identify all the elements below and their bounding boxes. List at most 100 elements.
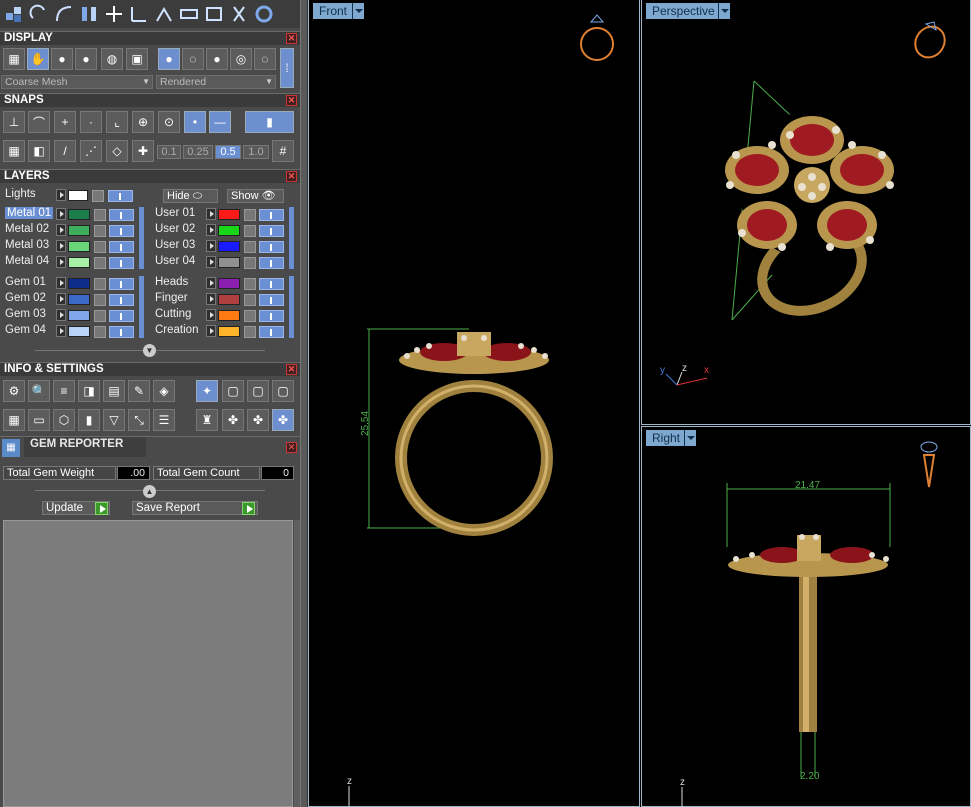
lock-icon[interactable]: [94, 209, 106, 221]
play-icon[interactable]: [206, 277, 216, 289]
lock-icon[interactable]: [94, 241, 106, 253]
objects-icon[interactable]: [3, 3, 25, 25]
layer-visibility-toggle[interactable]: [109, 209, 134, 221]
frame-in-icon[interactable]: ▢: [222, 380, 244, 402]
layer-other-name[interactable]: Finger: [155, 292, 188, 304]
lock-icon[interactable]: [244, 278, 256, 290]
scale-icon[interactable]: [128, 3, 150, 25]
snap-curve-icon[interactable]: ⌒: [28, 111, 50, 133]
layer-user-name[interactable]: User 04: [155, 255, 195, 267]
save-report-button[interactable]: Save Report: [132, 501, 258, 515]
layer-metal-name[interactable]: Metal 03: [5, 239, 49, 251]
group-icon[interactable]: [203, 3, 225, 25]
play-icon[interactable]: [56, 256, 66, 268]
save-go-icon[interactable]: [242, 502, 255, 515]
close-icon[interactable]: ✕: [286, 95, 297, 106]
close-icon[interactable]: ✕: [286, 364, 297, 375]
play-icon[interactable]: [206, 325, 216, 337]
lock-icon[interactable]: [94, 278, 106, 290]
snap-corner-icon[interactable]: ⌞: [106, 111, 128, 133]
setting-tool-icon[interactable]: ✤: [272, 409, 294, 431]
increment-025[interactable]: 0.25: [183, 145, 213, 159]
metal-scrollbar[interactable]: [139, 207, 144, 269]
settings-icon[interactable]: ⚙: [3, 380, 25, 402]
increment-05[interactable]: 0.5: [215, 145, 241, 159]
layer-visibility-toggle[interactable]: [259, 257, 284, 269]
grid-hash-icon[interactable]: #: [272, 140, 294, 162]
lock-icon[interactable]: [244, 241, 256, 253]
snap-point-icon[interactable]: ·: [80, 111, 102, 133]
frame-out-icon[interactable]: ▢: [247, 380, 269, 402]
lock-icon[interactable]: [94, 225, 106, 237]
rotate-icon[interactable]: [28, 3, 50, 25]
right-viewport[interactable]: Right 21.47 2.20 z: [641, 426, 971, 807]
play-icon[interactable]: [206, 309, 216, 321]
chevron-down-icon[interactable]: [718, 3, 730, 19]
layer-gem-name[interactable]: Gem 04: [5, 324, 46, 336]
play-icon[interactable]: [206, 224, 216, 236]
layer-visibility-toggle[interactable]: [109, 310, 134, 322]
layer-color-swatch[interactable]: [68, 278, 90, 289]
pan-icon[interactable]: ✋: [27, 48, 49, 70]
lock-icon[interactable]: [94, 310, 106, 322]
snap-center-icon[interactable]: ⊕: [132, 111, 154, 133]
expand-icon[interactable]: ▲: [143, 485, 156, 498]
pencil-icon[interactable]: ✎: [128, 380, 150, 402]
matte-material-icon[interactable]: ●: [206, 48, 228, 70]
layer-visibility-toggle[interactable]: [259, 326, 284, 338]
show-button[interactable]: Show 👁: [227, 189, 284, 203]
layer-visibility-toggle[interactable]: [259, 278, 284, 290]
view-quad-icon[interactable]: ▦: [3, 140, 25, 162]
layer-color-swatch[interactable]: [218, 326, 240, 337]
snap-mid-icon[interactable]: •: [184, 111, 206, 133]
layer-color-swatch[interactable]: [68, 294, 90, 305]
layer-metal-name[interactable]: Metal 04: [5, 255, 49, 267]
play-icon[interactable]: [56, 325, 66, 337]
list-icon[interactable]: ☰: [153, 409, 175, 431]
play-icon[interactable]: [56, 240, 66, 252]
play-icon[interactable]: [56, 224, 66, 236]
update-go-icon[interactable]: [95, 502, 108, 515]
snap-cross-icon[interactable]: +: [54, 111, 76, 133]
chrome-material-icon[interactable]: ◎: [230, 48, 252, 70]
play-icon[interactable]: [56, 208, 66, 220]
curve-icon[interactable]: [53, 3, 75, 25]
document-icon[interactable]: ▤: [103, 380, 125, 402]
mirror-icon[interactable]: [78, 3, 100, 25]
pick-icon[interactable]: ✚: [132, 140, 154, 162]
increment-10[interactable]: 1.0: [243, 145, 269, 159]
play-icon[interactable]: [206, 293, 216, 305]
layer-color-swatch[interactable]: [218, 310, 240, 321]
layer-color-swatch[interactable]: [218, 241, 240, 252]
window-icon[interactable]: ▦: [3, 409, 25, 431]
user-scrollbar[interactable]: [289, 207, 294, 269]
lock-icon[interactable]: [94, 257, 106, 269]
layer-user-name[interactable]: User 02: [155, 223, 195, 235]
brush-icon[interactable]: ✦: [196, 380, 218, 402]
layer-user-name[interactable]: User 03: [155, 239, 195, 251]
layer-color-swatch[interactable]: [68, 225, 90, 236]
close-icon[interactable]: ✕: [286, 171, 297, 182]
head-tool-icon[interactable]: ♜: [196, 409, 218, 431]
panel-splitter[interactable]: [300, 0, 308, 807]
funnel-icon[interactable]: ▽: [103, 409, 125, 431]
layer-visibility-toggle[interactable]: [109, 326, 134, 338]
prong-tool-icon[interactable]: ✤: [222, 409, 244, 431]
play-icon[interactable]: [56, 189, 66, 201]
layer-color-swatch[interactable]: [68, 209, 90, 220]
layout-icon[interactable]: ▣: [126, 48, 148, 70]
play-icon[interactable]: [56, 309, 66, 321]
other-scrollbar[interactable]: [289, 276, 294, 338]
layer-color-swatch[interactable]: [218, 294, 240, 305]
layer-color-swatch[interactable]: [218, 278, 240, 289]
cube-purple-icon[interactable]: ◈: [153, 380, 175, 402]
gem-scrollbar[interactable]: [139, 276, 144, 338]
layer-color-swatch[interactable]: [68, 257, 90, 268]
chevron-down-icon[interactable]: [352, 3, 364, 19]
play-icon[interactable]: [56, 277, 66, 289]
play-icon[interactable]: [206, 240, 216, 252]
lock-icon[interactable]: [94, 326, 106, 338]
lock-icon[interactable]: [244, 257, 256, 269]
layer-color-swatch[interactable]: [218, 257, 240, 268]
layer-visibility-toggle[interactable]: [259, 294, 284, 306]
